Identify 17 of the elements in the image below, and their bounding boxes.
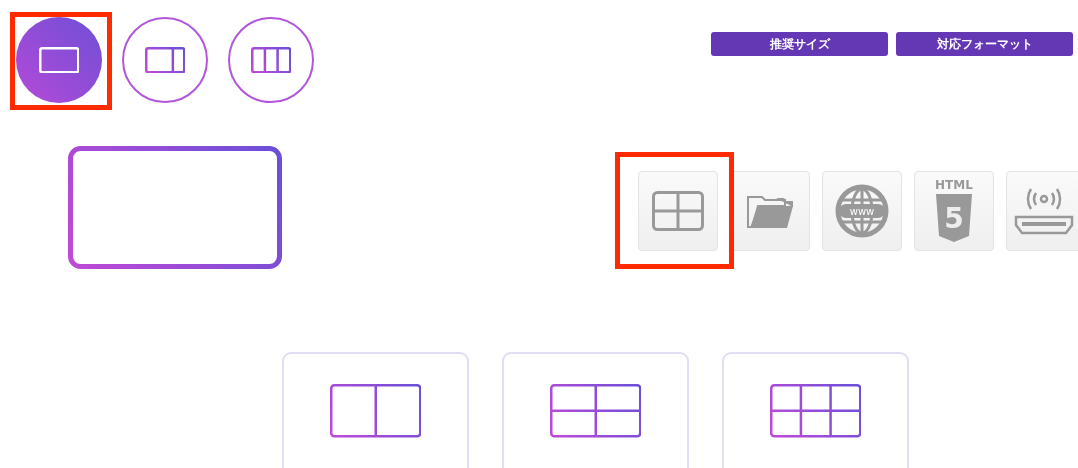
layout-grid-icon: [549, 384, 642, 438]
layout-card[interactable]: [502, 352, 689, 468]
globe-icon: www: [835, 184, 889, 238]
header-button[interactable]: 推奨サイズ: [711, 32, 888, 56]
layout-grid-icon: [769, 384, 862, 438]
source-tile[interactable]: [638, 171, 718, 251]
layout-card[interactable]: [282, 352, 469, 468]
grid-icon: [652, 191, 704, 231]
layout-icon: [38, 46, 80, 74]
source-tile[interactable]: [1006, 171, 1078, 251]
layout-grid-icon: [329, 384, 422, 438]
layout-icon: [144, 46, 186, 74]
layout-option[interactable]: [16, 17, 102, 103]
folder-icon: [746, 193, 794, 229]
layout-card[interactable]: [722, 352, 909, 468]
header-button[interactable]: 対応フォーマット: [896, 32, 1073, 56]
layout-icon: [250, 46, 292, 74]
